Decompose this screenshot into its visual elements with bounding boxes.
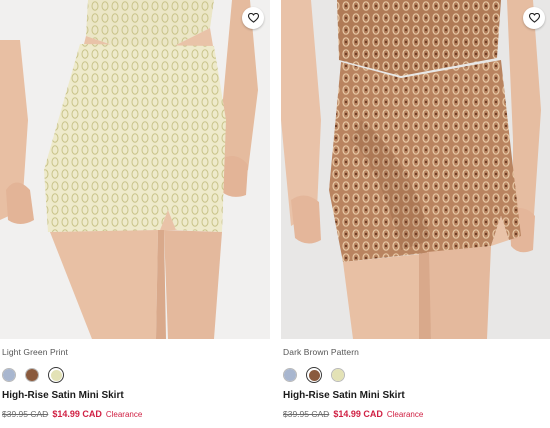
product-card[interactable]: Dark Brown Pattern High-Rise Satin Mini … <box>281 0 550 428</box>
product-card[interactable]: Light Green Print High-Rise Satin Mini S… <box>0 0 270 428</box>
sale-price: $14.99 CAD <box>52 409 102 419</box>
product-title[interactable]: High-Rise Satin Mini Skirt <box>283 390 405 401</box>
swatch-light-green-print[interactable] <box>331 368 345 382</box>
swatch-blue-print[interactable] <box>283 368 297 382</box>
wishlist-button[interactable] <box>523 7 545 29</box>
price-row: $39.95 CAD $14.99 CAD Clearance <box>283 409 423 419</box>
product-image[interactable] <box>281 0 550 339</box>
color-name: Dark Brown Pattern <box>283 347 359 357</box>
product-title[interactable]: High-Rise Satin Mini Skirt <box>2 390 124 401</box>
price-row: $39.95 CAD $14.99 CAD Clearance <box>2 409 142 419</box>
original-price: $39.95 CAD <box>283 409 330 419</box>
swatch-blue-print[interactable] <box>2 368 16 382</box>
color-swatches <box>2 367 64 383</box>
swatch-brown-pattern[interactable] <box>306 367 322 383</box>
product-image[interactable] <box>0 0 270 339</box>
color-name: Light Green Print <box>2 347 68 357</box>
clearance-badge: Clearance <box>105 410 143 419</box>
heart-outline-icon <box>247 13 259 23</box>
product-grid: Light Green Print High-Rise Satin Mini S… <box>0 0 550 428</box>
clearance-badge: Clearance <box>386 410 424 419</box>
swatch-light-green-print[interactable] <box>48 367 64 383</box>
heart-outline-icon <box>528 13 540 23</box>
sale-price: $14.99 CAD <box>333 409 383 419</box>
color-swatches <box>283 367 345 383</box>
wishlist-button[interactable] <box>242 7 264 29</box>
original-price: $39.95 CAD <box>2 409 49 419</box>
swatch-brown-pattern[interactable] <box>25 368 39 382</box>
